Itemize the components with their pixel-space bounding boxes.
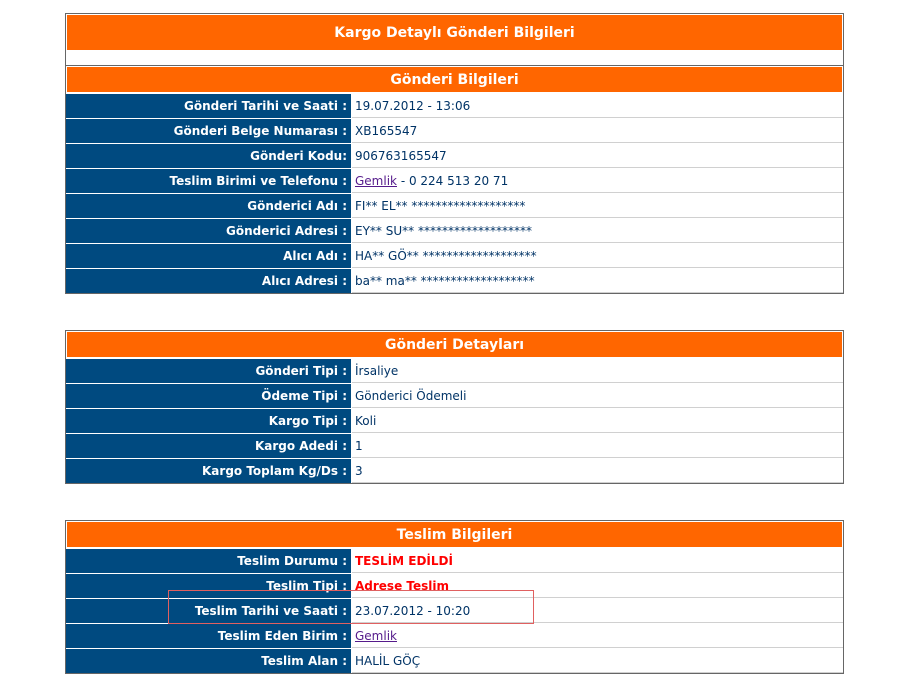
label-delivery-status: Teslim Durumu : [66, 549, 352, 573]
row-shipment-date: Gönderi Tarihi ve Saati : 19.07.2012 - 1… [66, 93, 843, 118]
value-payment-type: Gönderici Ödemeli [352, 384, 843, 408]
row-delivery-status: Teslim Durumu : TESLİM EDİLDİ [66, 548, 843, 573]
row-shipment-type: Gönderi Tipi : İrsaliye [66, 358, 843, 383]
label-cargo-total-weight: Kargo Toplam Kg/Ds : [66, 459, 352, 483]
value-cargo-count: 1 [352, 434, 843, 458]
branch-phone: - 0 224 513 20 71 [397, 174, 509, 188]
row-recipient-address: Alıcı Adresi : ba** ma** ***************… [66, 268, 843, 293]
label-shipment-code: Gönderi Kodu: [66, 144, 352, 168]
value-cargo-total-weight: 3 [352, 459, 843, 483]
value-delivery-status: TESLİM EDİLDİ [352, 549, 843, 573]
main-title: Kargo Detaylı Gönderi Bilgileri [66, 14, 843, 51]
value-sender-address: EY** SU** ******************* [352, 219, 843, 243]
delivering-branch-link-gemlik[interactable]: Gemlik [355, 629, 397, 643]
value-recipient-address: ba** ma** ******************* [352, 269, 843, 293]
section-title-shipment-info: Gönderi Bilgileri [66, 66, 843, 93]
value-shipment-code: 906763165547 [352, 144, 843, 168]
row-delivery-branch-phone: Teslim Birimi ve Telefonu : Gemlik - 0 2… [66, 168, 843, 193]
label-recipient-name: Alıcı Adı : [66, 244, 352, 268]
label-delivery-branch-phone: Teslim Birimi ve Telefonu : [66, 169, 352, 193]
section-title-shipment-details: Gönderi Detayları [66, 331, 843, 358]
section-title-delivery-info: Teslim Bilgileri [66, 521, 843, 548]
row-recipient-name: Alıcı Adı : HA** GÖ** ******************… [66, 243, 843, 268]
highlight-annotation-box [168, 590, 534, 624]
row-payment-type: Ödeme Tipi : Gönderici Ödemeli [66, 383, 843, 408]
row-sender-address: Gönderici Adresi : EY** SU** ***********… [66, 218, 843, 243]
value-sender-name: FI** EL** ******************* [352, 194, 843, 218]
label-sender-name: Gönderici Adı : [66, 194, 352, 218]
label-document-number: Gönderi Belge Numarası : [66, 119, 352, 143]
row-sender-name: Gönderici Adı : FI** EL** **************… [66, 193, 843, 218]
label-received-by: Teslim Alan : [66, 649, 352, 673]
label-cargo-type: Kargo Tipi : [66, 409, 352, 433]
value-shipment-type: İrsaliye [352, 359, 843, 383]
spacer-row [66, 51, 843, 66]
row-shipment-code: Gönderi Kodu: 906763165547 [66, 143, 843, 168]
value-document-number: XB165547 [352, 119, 843, 143]
label-shipment-type: Gönderi Tipi : [66, 359, 352, 383]
label-cargo-count: Kargo Adedi : [66, 434, 352, 458]
label-recipient-address: Alıcı Adresi : [66, 269, 352, 293]
value-received-by: HALİL GÖÇ [352, 649, 843, 673]
value-delivering-branch: Gemlik [352, 624, 843, 648]
value-cargo-type: Koli [352, 409, 843, 433]
label-payment-type: Ödeme Tipi : [66, 384, 352, 408]
label-sender-address: Gönderici Adresi : [66, 219, 352, 243]
value-recipient-name: HA** GÖ** ******************* [352, 244, 843, 268]
label-delivering-branch: Teslim Eden Birim : [66, 624, 352, 648]
shipment-info-panel: Kargo Detaylı Gönderi Bilgileri Gönderi … [65, 13, 844, 294]
label-shipment-date: Gönderi Tarihi ve Saati : [66, 94, 352, 118]
row-received-by: Teslim Alan : HALİL GÖÇ [66, 648, 843, 673]
row-cargo-type: Kargo Tipi : Koli [66, 408, 843, 433]
shipment-details-panel: Gönderi Detayları Gönderi Tipi : İrsaliy… [65, 330, 844, 484]
row-cargo-count: Kargo Adedi : 1 [66, 433, 843, 458]
row-delivering-branch: Teslim Eden Birim : Gemlik [66, 623, 843, 648]
value-delivery-branch-phone: Gemlik - 0 224 513 20 71 [352, 169, 843, 193]
branch-link-gemlik[interactable]: Gemlik [355, 174, 397, 188]
row-cargo-total-weight: Kargo Toplam Kg/Ds : 3 [66, 458, 843, 483]
value-shipment-date: 19.07.2012 - 13:06 [352, 94, 843, 118]
row-document-number: Gönderi Belge Numarası : XB165547 [66, 118, 843, 143]
